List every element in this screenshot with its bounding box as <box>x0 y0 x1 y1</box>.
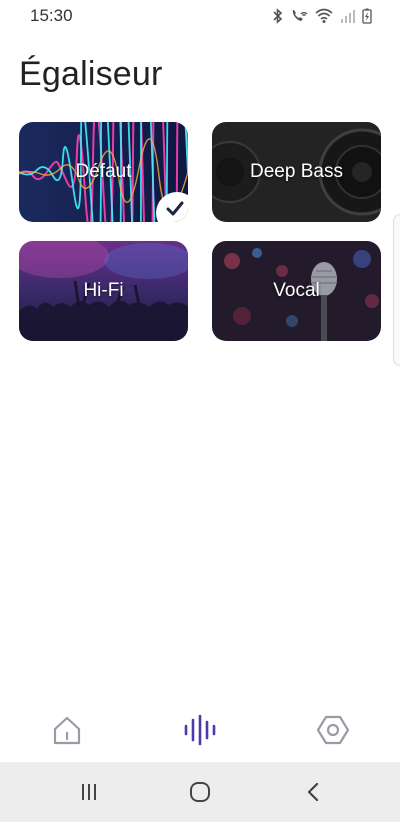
bottom-nav <box>0 700 400 760</box>
preset-label: Vocal <box>273 280 320 301</box>
nav-equalizer-button[interactable] <box>170 708 230 752</box>
edge-panel-handle[interactable] <box>393 214 400 366</box>
wifi-calling-icon <box>292 10 308 21</box>
preset-label: Deep Bass <box>250 161 343 182</box>
back-button[interactable] <box>283 772 343 812</box>
signal-icon <box>341 10 355 23</box>
preset-tile-default[interactable]: Défaut <box>19 122 188 222</box>
equalizer-icon <box>184 714 216 746</box>
check-icon <box>166 201 184 216</box>
nav-settings-button[interactable] <box>303 708 363 752</box>
battery-charging-icon <box>362 8 372 24</box>
home-circle-icon <box>190 782 210 802</box>
bluetooth-icon <box>273 8 283 24</box>
system-nav-bar <box>0 762 400 822</box>
preset-label: Hi-Fi <box>83 280 124 301</box>
recent-apps-button[interactable] <box>59 772 119 812</box>
preset-tile-vocal[interactable]: Vocal <box>212 241 381 341</box>
system-home-button[interactable] <box>170 772 230 812</box>
back-icon <box>307 782 319 802</box>
preset-tile-deep-bass[interactable]: Deep Bass <box>212 122 381 222</box>
status-time: 15:30 <box>30 6 73 25</box>
preset-tile-hi-fi[interactable]: Hi-Fi <box>19 241 188 341</box>
wifi-icon <box>315 8 333 23</box>
settings-hexagon-icon <box>316 715 350 745</box>
status-bar: 15:30 <box>0 0 400 32</box>
recent-apps-icon <box>82 784 96 800</box>
page-title: Égaliseur <box>19 55 163 93</box>
status-icons <box>272 8 372 24</box>
nav-home-button[interactable] <box>37 708 97 752</box>
home-icon <box>53 716 81 745</box>
